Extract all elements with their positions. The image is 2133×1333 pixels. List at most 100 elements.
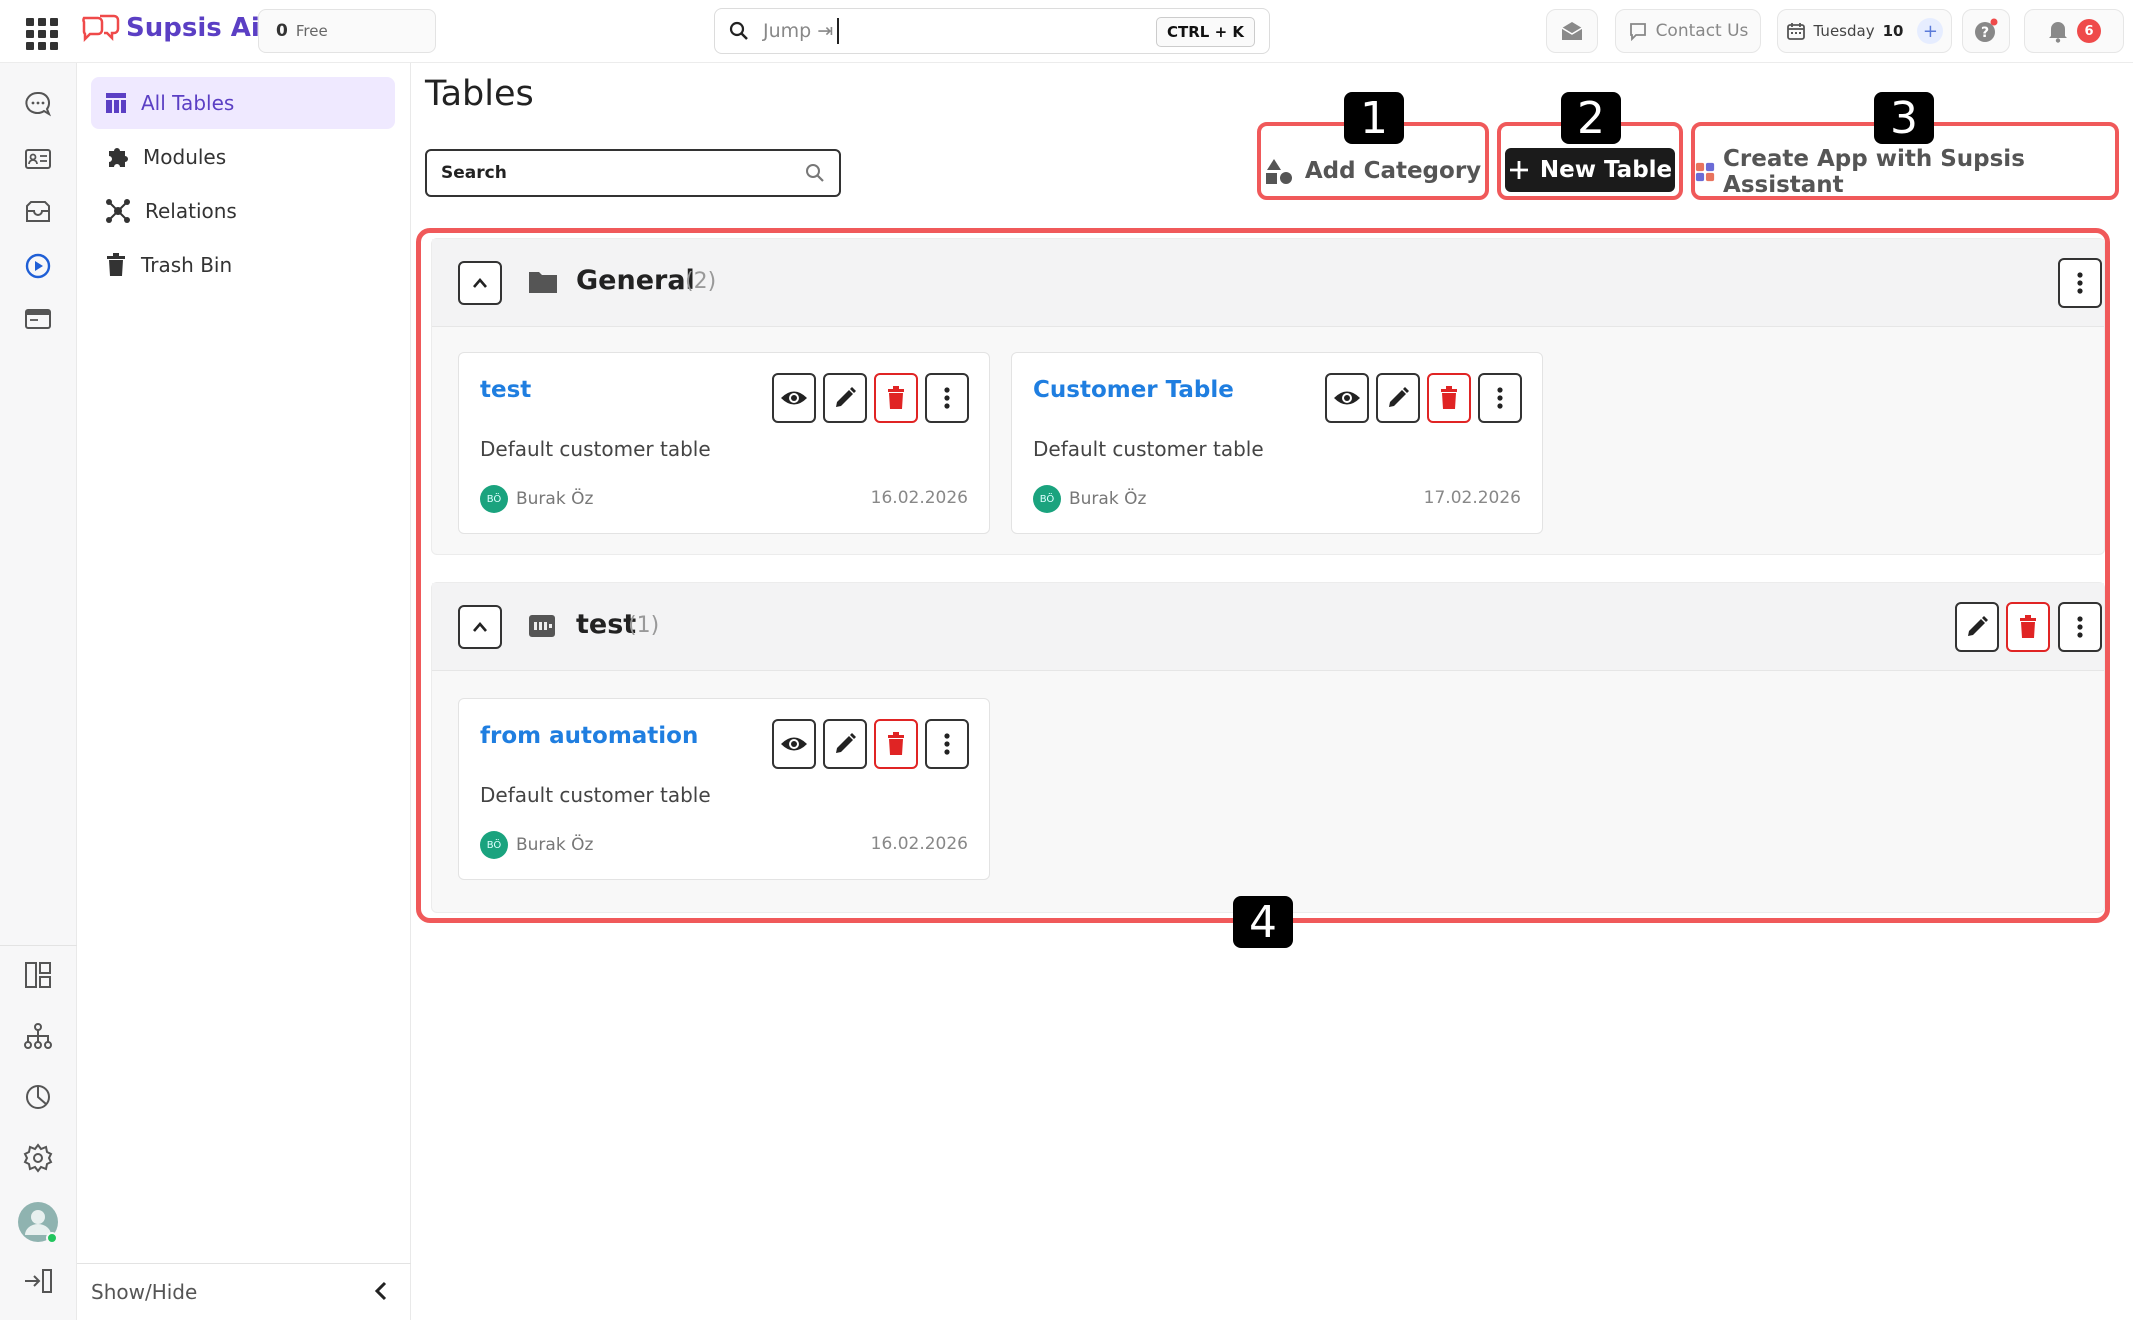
- help-icon: ?: [1975, 18, 1998, 42]
- automation-play-icon[interactable]: [23, 251, 53, 281]
- reports-pie-icon[interactable]: [23, 1082, 53, 1112]
- sidebar-item-all-tables[interactable]: All Tables: [91, 77, 395, 129]
- owner-name: Burak Öz: [516, 835, 594, 855]
- table-card-from-automation[interactable]: from automation Default customer table B…: [458, 698, 990, 880]
- section-more-button[interactable]: [2058, 602, 2102, 652]
- dashboard-layout-icon[interactable]: [23, 960, 53, 990]
- show-hide-toggle[interactable]: Show/Hide: [77, 1263, 411, 1320]
- credits-label: Free: [295, 22, 328, 40]
- inbox-tray-icon[interactable]: [23, 197, 53, 227]
- table-title-link[interactable]: test: [480, 377, 531, 403]
- view-button[interactable]: [772, 373, 816, 423]
- chat-icon[interactable]: [23, 89, 53, 119]
- view-button[interactable]: [772, 719, 816, 769]
- table-card-test[interactable]: test Default customer table BÖ Burak Öz: [458, 352, 990, 534]
- pencil-icon: [1389, 387, 1409, 407]
- search-input[interactable]: [441, 163, 781, 183]
- contacts-card-icon[interactable]: [23, 144, 53, 174]
- collapse-button[interactable]: [458, 261, 502, 305]
- app-logo[interactable]: Supsis Ai: [80, 12, 260, 44]
- contact-us-button[interactable]: Contact Us: [1615, 9, 1761, 53]
- sidebar-item-relations[interactable]: Relations: [91, 185, 395, 237]
- sidebar-item-modules[interactable]: Modules: [91, 131, 395, 183]
- top-bar: Supsis Ai 0 Free Jump ⇥ CTRL + K Contact…: [0, 0, 2133, 63]
- chat-bubble-icon: [1629, 23, 1646, 41]
- sidebar-item-label: All Tables: [141, 91, 235, 115]
- pencil-icon: [836, 387, 856, 407]
- search-icon: [806, 164, 824, 182]
- icon-rail: [0, 63, 77, 1320]
- trash-icon: [107, 253, 125, 276]
- table-date: 17.02.2026: [1423, 488, 1521, 508]
- eye-icon: [781, 391, 807, 405]
- table-title-link[interactable]: Customer Table: [1033, 377, 1234, 403]
- edit-button[interactable]: [823, 373, 867, 423]
- show-hide-label: Show/Hide: [91, 1280, 198, 1304]
- eye-icon: [781, 737, 807, 751]
- sidebar-item-label: Trash Bin: [141, 253, 233, 277]
- table-title-link[interactable]: from automation: [480, 723, 698, 749]
- trash-icon: [2020, 615, 2036, 638]
- org-hierarchy-icon[interactable]: [23, 1021, 53, 1051]
- help-button[interactable]: ?: [1962, 9, 2010, 53]
- notifications-badge: 6: [2077, 19, 2101, 43]
- page-title: Tables: [425, 74, 534, 114]
- logout-icon[interactable]: [23, 1266, 53, 1296]
- credits-chip[interactable]: 0 Free: [258, 9, 436, 53]
- notifications-button[interactable]: 6: [2024, 9, 2124, 53]
- table-owner: BÖ Burak Öz: [1033, 485, 1146, 513]
- bell-icon: [2049, 22, 2067, 43]
- shortcut-hint: CTRL + K: [1156, 17, 1255, 47]
- callout-badge-2: 2: [1561, 92, 1621, 144]
- trash-icon: [888, 386, 904, 409]
- user-avatar[interactable]: [16, 1200, 60, 1244]
- table-card-customer-table[interactable]: Customer Table Default customer table BÖ: [1011, 352, 1543, 534]
- delete-button[interactable]: [1427, 373, 1471, 423]
- section-more-button[interactable]: [2058, 258, 2102, 308]
- app-name: Supsis Ai: [126, 13, 260, 43]
- sidebar-item-trash-bin[interactable]: Trash Bin: [91, 239, 395, 291]
- settings-gear-icon[interactable]: [23, 1143, 53, 1173]
- card-actions: [1325, 373, 1522, 423]
- category-section-test: test (1) from automation Default custome…: [431, 582, 2105, 913]
- sidebar-item-label: Relations: [145, 199, 237, 223]
- section-delete-button[interactable]: [2006, 602, 2050, 652]
- section-count: (2): [685, 269, 717, 294]
- delete-button[interactable]: [874, 719, 918, 769]
- inbox-button[interactable]: [1546, 9, 1598, 53]
- callout-badge-1: 1: [1344, 92, 1404, 144]
- card-more-button[interactable]: [925, 719, 969, 769]
- shapes-icon: [1265, 159, 1292, 184]
- relations-icon: [106, 199, 130, 223]
- apps-grid-icon[interactable]: [24, 16, 58, 50]
- table-description: Default customer table: [480, 783, 711, 807]
- jump-search-input[interactable]: Jump ⇥ CTRL + K: [714, 8, 1270, 54]
- edit-button[interactable]: [1376, 373, 1420, 423]
- date-chip[interactable]: Tuesday 10 +: [1777, 9, 1952, 53]
- contact-us-label: Contact Us: [1655, 21, 1749, 41]
- pencil-icon: [1968, 616, 1988, 636]
- collapse-button[interactable]: [458, 605, 502, 649]
- mail-icon: [1561, 22, 1583, 40]
- edit-button[interactable]: [823, 719, 867, 769]
- card-more-button[interactable]: [925, 373, 969, 423]
- table-description: Default customer table: [1033, 437, 1264, 461]
- section-edit-button[interactable]: [1955, 602, 1999, 652]
- card-more-button[interactable]: [1478, 373, 1522, 423]
- owner-name: Burak Öz: [516, 489, 594, 509]
- folder-icon: [529, 272, 557, 293]
- puzzle-icon: [109, 148, 128, 167]
- category-4k-icon: [529, 615, 555, 637]
- assistant-icon: [1695, 162, 1715, 182]
- view-button[interactable]: [1325, 373, 1369, 423]
- new-table-button[interactable]: New Table: [1505, 148, 1675, 192]
- category-section-general: General (2) test Default customer table …: [431, 238, 2105, 555]
- rail-divider: [0, 945, 77, 946]
- table-search-field[interactable]: [425, 149, 841, 197]
- owner-name: Burak Öz: [1069, 489, 1147, 509]
- day-label: Tuesday: [1813, 22, 1875, 40]
- add-event-button[interactable]: +: [1917, 18, 1944, 44]
- table-date: 16.02.2026: [870, 488, 968, 508]
- tables-window-icon[interactable]: [23, 304, 53, 334]
- delete-button[interactable]: [874, 373, 918, 423]
